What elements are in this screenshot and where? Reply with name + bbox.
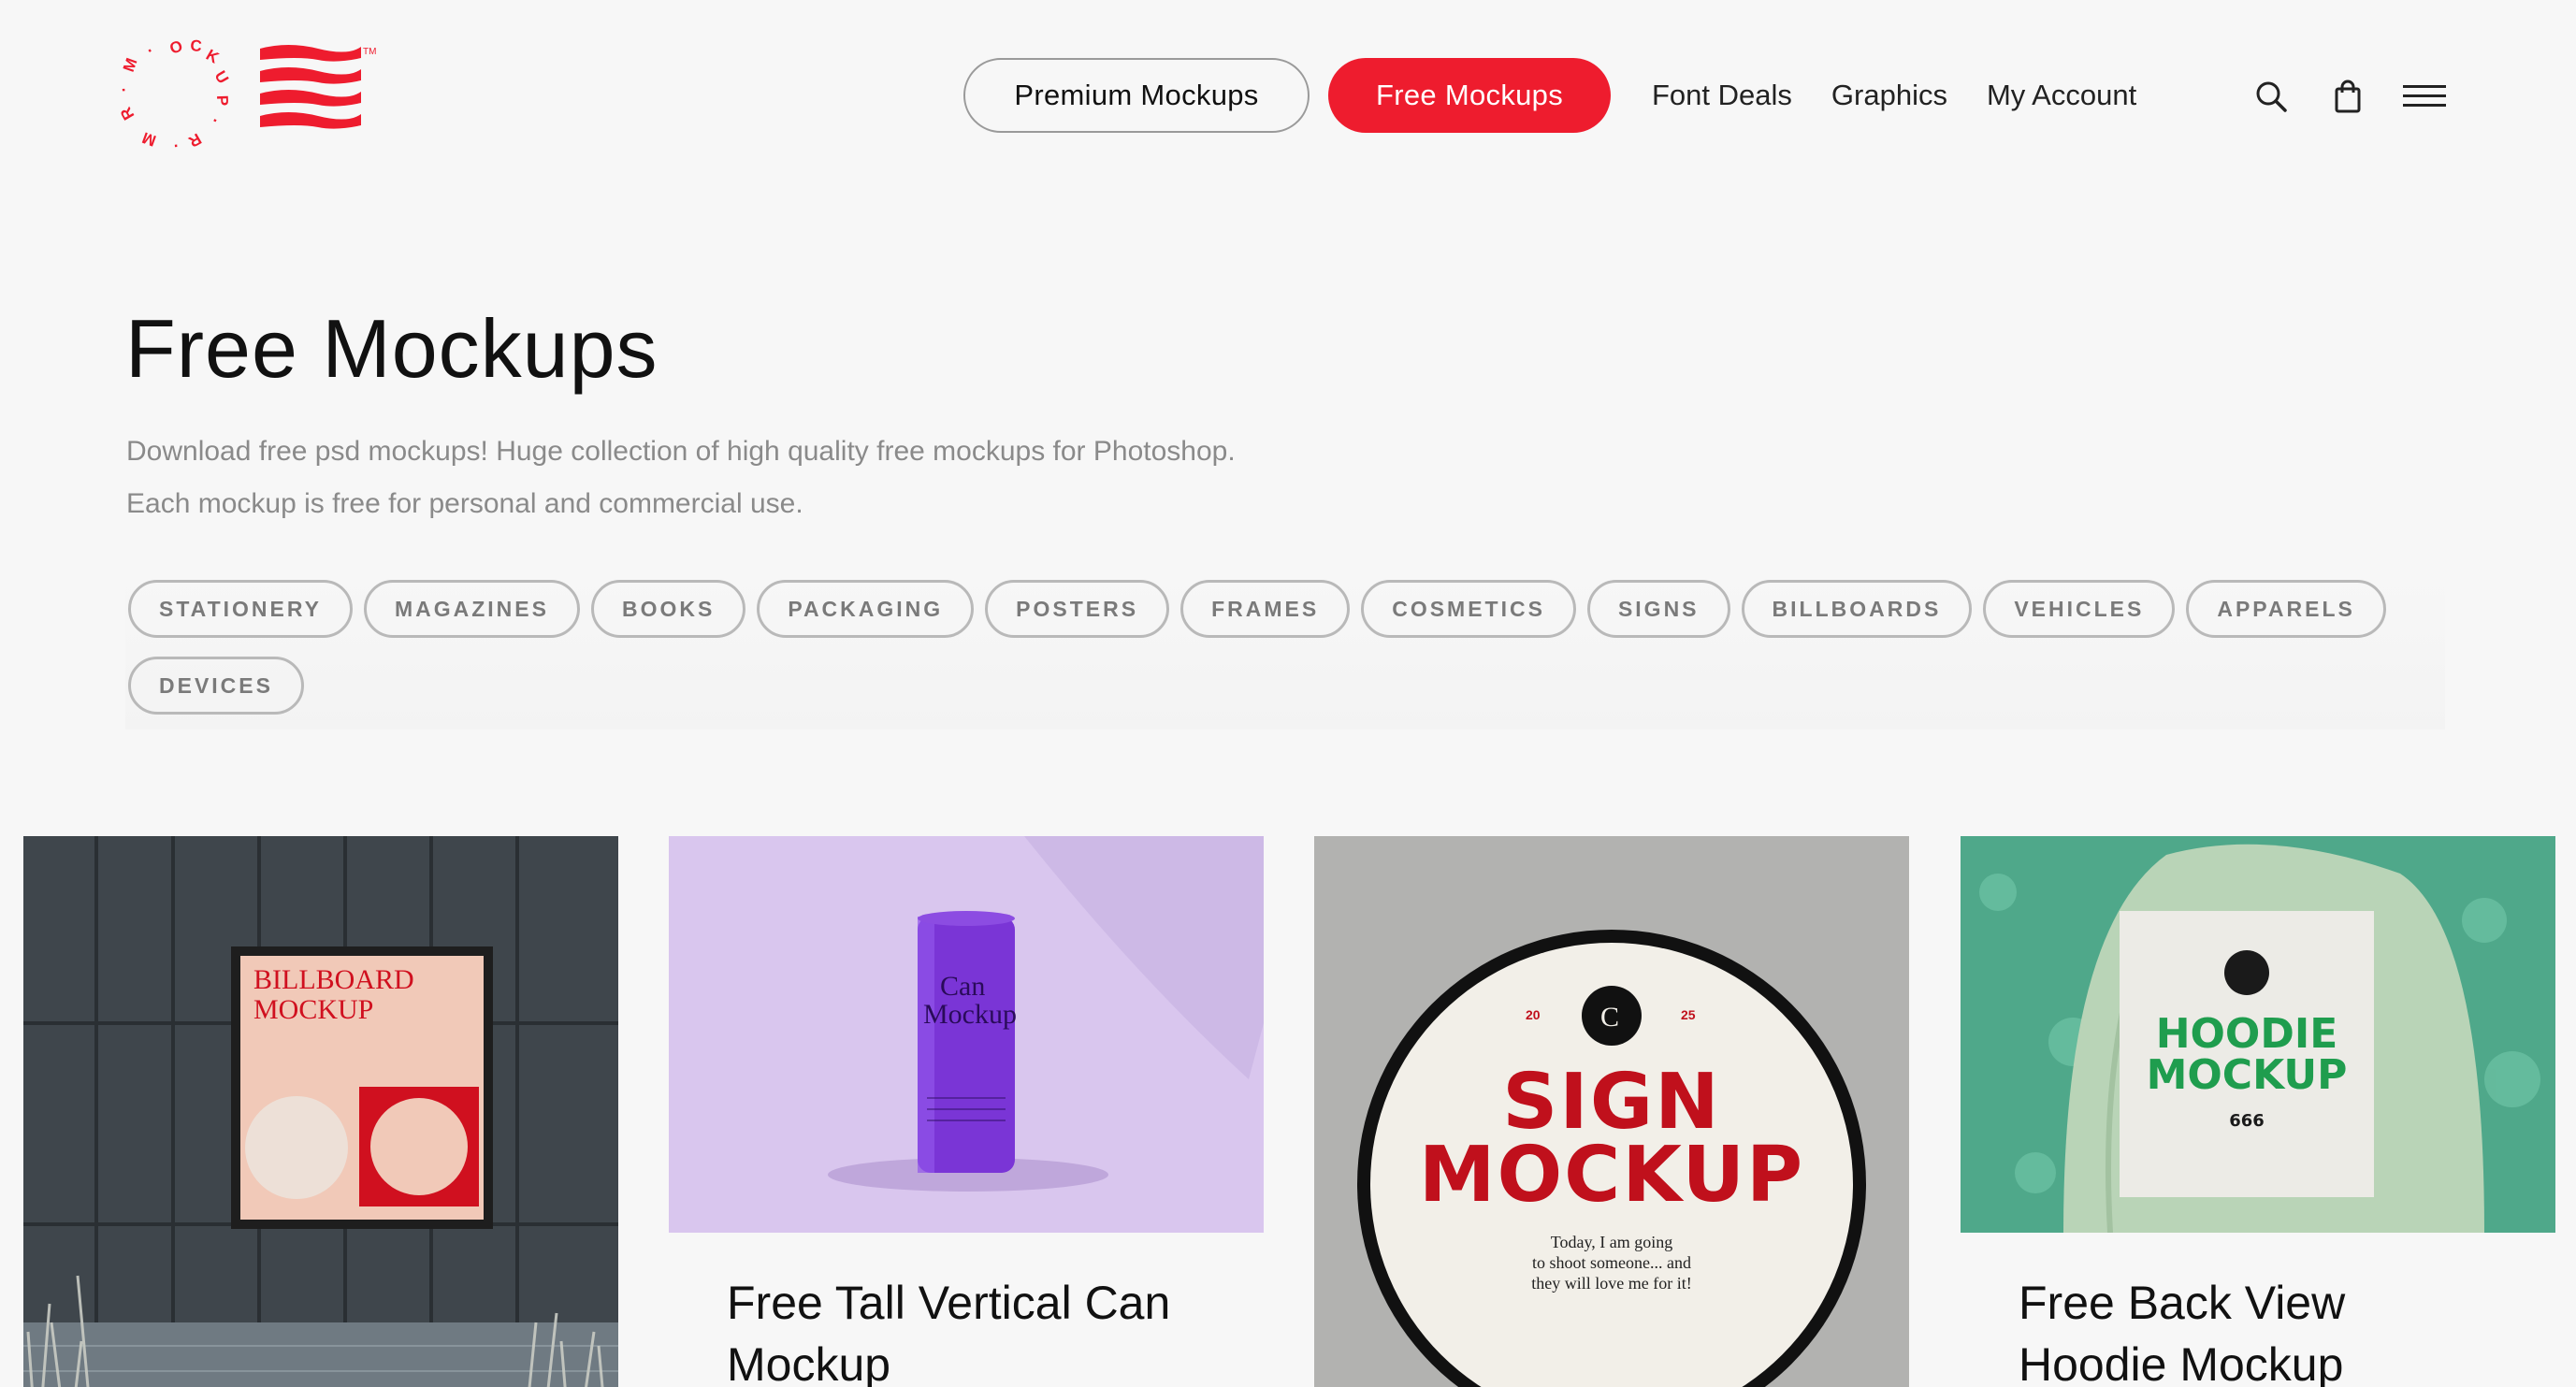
mockup-card-sign[interactable]: C 20 25 SIGN MOCKUP Today, I am going to… [1314,836,1909,1387]
category-filter-list: STATIONERY MAGAZINES BOOKS PACKAGING POS… [125,578,2445,730]
category-signs[interactable]: SIGNS [1586,580,1730,638]
svg-text:P: P [213,94,231,106]
svg-text:C: C [190,36,203,55]
svg-text:C: C [1600,1002,1619,1033]
sign-caption-2: to shoot someone... and [1532,1253,1691,1272]
mockup-card-billboard[interactable]: BILLBOARD MOCKUP [23,836,618,1387]
card-image-can[interactable]: Can Mockup [669,836,1264,1233]
card-image-billboard[interactable]: BILLBOARD MOCKUP [23,836,618,1387]
svg-text:R: R [120,104,137,123]
svg-text:·: · [172,137,179,154]
svg-text:R: R [185,130,204,152]
header-icons [2243,64,2453,129]
can-text-line1: Can [940,971,985,1002]
mockup-card-hoodie[interactable]: HOODIE MOCKUP 666 Free Back View Hoodie … [1961,836,2555,1387]
svg-text:·: · [120,86,133,93]
svg-text:U: U [211,68,233,87]
billboard-text-line2: MOCKUP [253,994,373,1025]
category-packaging[interactable]: PACKAGING [757,580,975,638]
page-title: Free Mockups [125,302,658,395]
category-apparels[interactable]: APPARELS [2186,580,2386,638]
category-stationery[interactable]: STATIONERY [128,580,353,638]
category-frames[interactable]: FRAMES [1180,580,1351,638]
main-nav: Premium Mockups Free Mockups Font Deals … [963,58,2136,133]
sign-caption-1: Today, I am going [1551,1233,1673,1251]
sign-year-left: 20 [1526,1007,1541,1022]
can-text-line2: Mockup [923,999,1017,1030]
nav-graphics[interactable]: Graphics [1831,79,1947,112]
category-devices[interactable]: DEVICES [128,657,304,715]
hoodie-text-line3: 666 [2229,1111,2265,1131]
site-header: O C K U P · R · M R · M · TM Premium Moc… [0,0,2576,187]
nav-my-account[interactable]: My Account [1987,79,2136,112]
page-description: Download free psd mockups! Huge collecti… [126,426,1623,530]
category-vehicles[interactable]: VEHICLES [1983,580,2176,638]
svg-text:O: O [167,36,185,57]
sign-caption-3: they will love me for it! [1531,1274,1691,1293]
hoodie-text-line2: MOCKUP [2147,1051,2348,1099]
category-billboards[interactable]: BILLBOARDS [1741,580,1973,638]
premium-mockups-button[interactable]: Premium Mockups [963,58,1310,133]
logo-mark: O C K U P · R · M R · M · TM [115,36,377,154]
svg-text:·: · [142,42,158,59]
category-posters[interactable]: POSTERS [985,580,1170,638]
search-icon[interactable] [2243,68,2299,124]
category-cosmetics[interactable]: COSMETICS [1361,580,1576,638]
free-mockups-button[interactable]: Free Mockups [1328,58,1611,133]
card-image-hoodie[interactable]: HOODIE MOCKUP 666 [1961,836,2555,1233]
svg-text:M: M [120,56,141,75]
sign-text-line2: MOCKUP [1419,1131,1804,1220]
description-line-2: Each mockup is free for personal and com… [126,488,803,519]
category-magazines[interactable]: MAGAZINES [363,580,580,638]
svg-text:K: K [203,46,223,67]
mockup-card-can[interactable]: Can Mockup Free Tall Vertical Can Mockup [669,836,1264,1387]
svg-text:·: · [206,114,224,127]
shopping-bag-icon[interactable] [2320,68,2376,124]
sign-year-right: 25 [1681,1007,1696,1022]
card-image-sign[interactable]: C 20 25 SIGN MOCKUP Today, I am going to… [1314,836,1909,1387]
category-books[interactable]: BOOKS [590,580,746,638]
card-title-can[interactable]: Free Tall Vertical Can Mockup [669,1233,1264,1387]
svg-text:TM: TM [363,47,376,57]
card-title-hoodie[interactable]: Free Back View Hoodie Mockup [1961,1233,2555,1387]
nav-font-deals[interactable]: Font Deals [1652,79,1792,112]
billboard-text-line1: BILLBOARD [253,964,414,995]
svg-text:M: M [140,128,159,150]
description-line-1: Download free psd mockups! Huge collecti… [126,436,1236,467]
site-logo[interactable]: O C K U P · R · M R · M · TM [115,36,382,159]
hamburger-menu-icon[interactable] [2396,68,2453,124]
